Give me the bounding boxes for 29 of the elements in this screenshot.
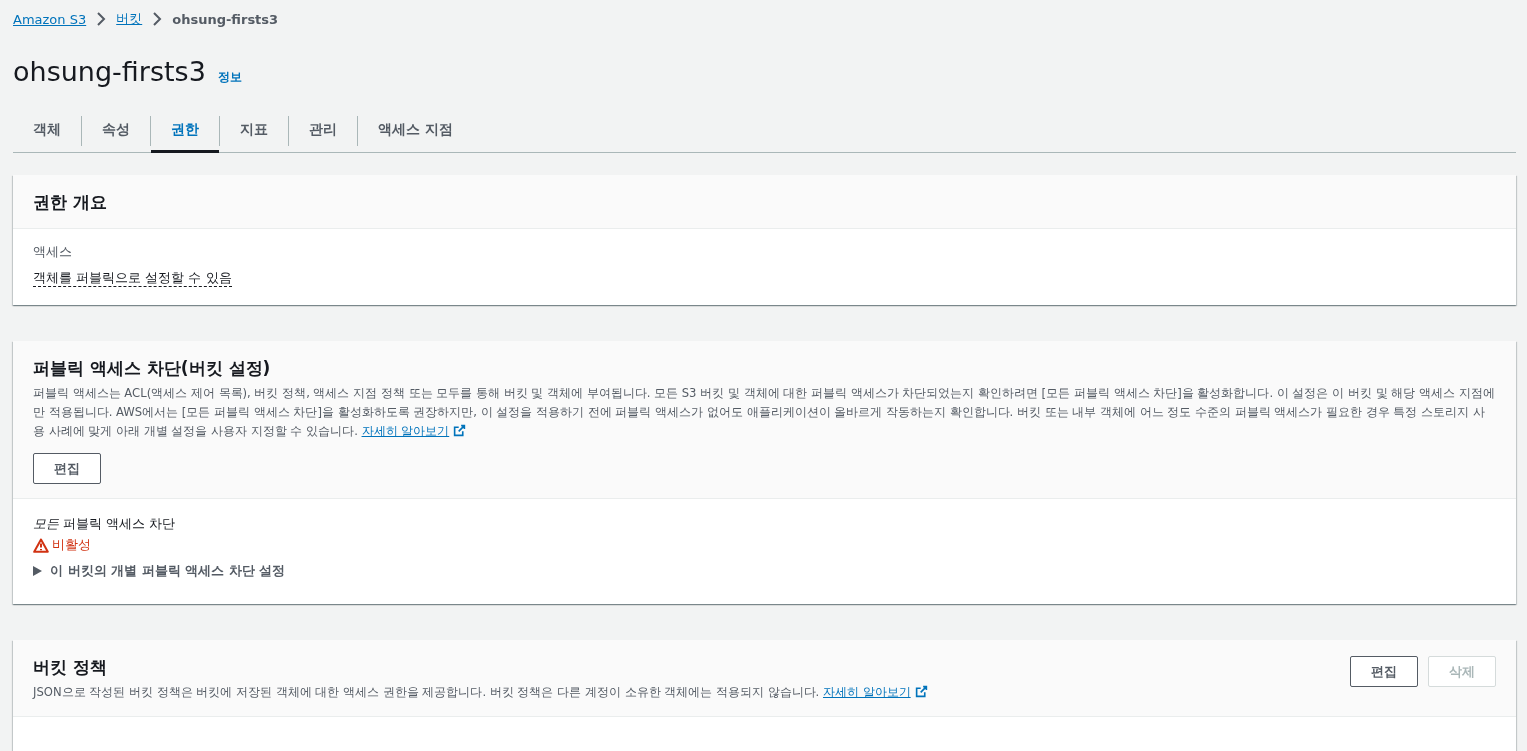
- access-value: 객체를 퍼블릭으로 설정할 수 있음: [33, 270, 232, 287]
- status-text: 비활성: [52, 536, 91, 554]
- breadcrumb-text: ohsung-firsts3: [172, 11, 279, 27]
- page-title: ohsung-firsts3: [13, 56, 206, 87]
- warning-icon: [33, 537, 49, 553]
- tab[interactable]: 속성: [82, 109, 150, 153]
- section-description: JSON으로 작성된 버킷 정책은 버킷에 저장된 객체에 대한 액세스 권한을 제공합니다. 버킷 정책은 다른 계정이 소유한 객체에는 적용되지 않습니다. 자세히 알아보기: [33, 683, 928, 702]
- edit-button[interactable]: 편집: [33, 453, 101, 484]
- learn-more-link[interactable]: 자세히 알아보기: [361, 424, 467, 438]
- tab[interactable]: 객체: [13, 109, 81, 153]
- tab[interactable]: 액세스 지점: [358, 109, 473, 153]
- tab[interactable]: 지표: [220, 109, 288, 153]
- section-title: 권한 개요: [33, 191, 107, 214]
- breadcrumb-link[interactable]: Amazon S3: [13, 11, 87, 27]
- settings-expander[interactable]: 이 버킷의 개별 퍼블릭 액세스 차단 설정: [33, 562, 286, 580]
- tab[interactable]: 관리: [289, 109, 357, 153]
- setting-label: 모든 퍼블릭 액세스 차단: [33, 515, 177, 533]
- chevron-right-icon: [96, 12, 107, 26]
- section-description: 퍼블릭 액세스는 ACL(액세스 제어 목록), 버킷 정책, 액세스 지점 정책 또는 모두를 통해 버킷 및 객체에 부여됩니다. 모든 S3 버킷 및 객체에 대한 퍼블릭 액세스가 차단되었는지 확인하려면 [모든 퍼블릭 액세스 차단]을 활성화합니다. 이 설정은 이 버킷 및 해당 액세스 지점에만 적용됩니다. AWS에서는 [모든 퍼블릭 액세스 차단]을 활성화하도록 권장하지만, 이 설정을 적용하기 전에 퍼블릭 액세스가 없어도 애플리케이션이 올바르게 작동하는지 확인합니다. 버킷 또는 내부 객체에 어느 정도 수준의 퍼블릭 액세스가 필요한 경우 특정 스토리지 사용 사례에 맞게 아래 개별 설정을 사용자 지정할 수 있습니다. 자세히 알아보기: [33, 385, 1496, 440]
- field-label: 액세스: [33, 243, 73, 261]
- learn-more-link[interactable]: 자세히 알아보기: [823, 685, 928, 699]
- chevron-right-icon: [152, 12, 163, 26]
- info-link[interactable]: 정보: [217, 69, 242, 86]
- policy-action-button[interactable]: 편집: [1350, 656, 1418, 687]
- external-link-icon: [453, 424, 467, 437]
- breadcrumb-link[interactable]: 버킷: [116, 10, 143, 28]
- section-title: 퍼블릭 액세스 차단(버킷 설정): [33, 357, 272, 380]
- section-title: 버킷 정책: [33, 656, 108, 679]
- external-link-icon: [914, 685, 928, 698]
